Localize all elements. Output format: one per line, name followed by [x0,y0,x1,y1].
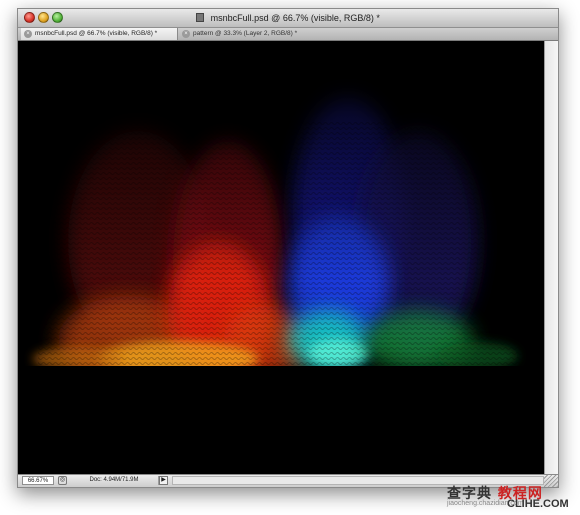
tab-close-icon[interactable]: × [24,30,32,38]
zoom-level-field[interactable]: 66.67% [22,476,54,485]
photoshop-document-window: msnbcFull.psd @ 66.7% (visible, RGB/8) *… [17,8,559,488]
status-toggle-icon[interactable]: ◎ [58,476,67,485]
tab-label: pattern @ 33.3% (Layer 2, RGB/8) * [193,30,298,37]
vertical-scrollbar[interactable] [544,41,558,474]
tab-label: msnbcFull.psd @ 66.7% (visible, RGB/8) * [35,30,158,37]
tab-msnbcfull[interactable]: × msnbcFull.psd @ 66.7% (visible, RGB/8)… [21,28,178,40]
document-tab-bar: × msnbcFull.psd @ 66.7% (visible, RGB/8)… [18,28,558,41]
site-watermark: 查字典 教程网 jiaocheng.chazidian.com CLIHE.CO… [447,483,577,513]
document-icon [196,13,205,22]
document-canvas[interactable] [18,41,544,474]
status-menu-arrow-icon[interactable]: ▶ [159,476,168,485]
tab-pattern[interactable]: × pattern @ 33.3% (Layer 2, RGB/8) * [179,28,297,40]
watermark-site: CLIHE.COM [507,498,569,510]
window-title: msnbcFull.psd @ 66.7% (visible, RGB/8) * [210,13,380,23]
spectrum-glow-artwork [18,41,544,474]
document-size-info: Doc: 4.94M/71.9M [70,476,159,485]
window-title-area: msnbcFull.psd @ 66.7% (visible, RGB/8) * [18,11,558,25]
title-bar[interactable]: msnbcFull.psd @ 66.7% (visible, RGB/8) * [18,9,558,28]
tab-close-icon[interactable]: × [182,30,190,38]
